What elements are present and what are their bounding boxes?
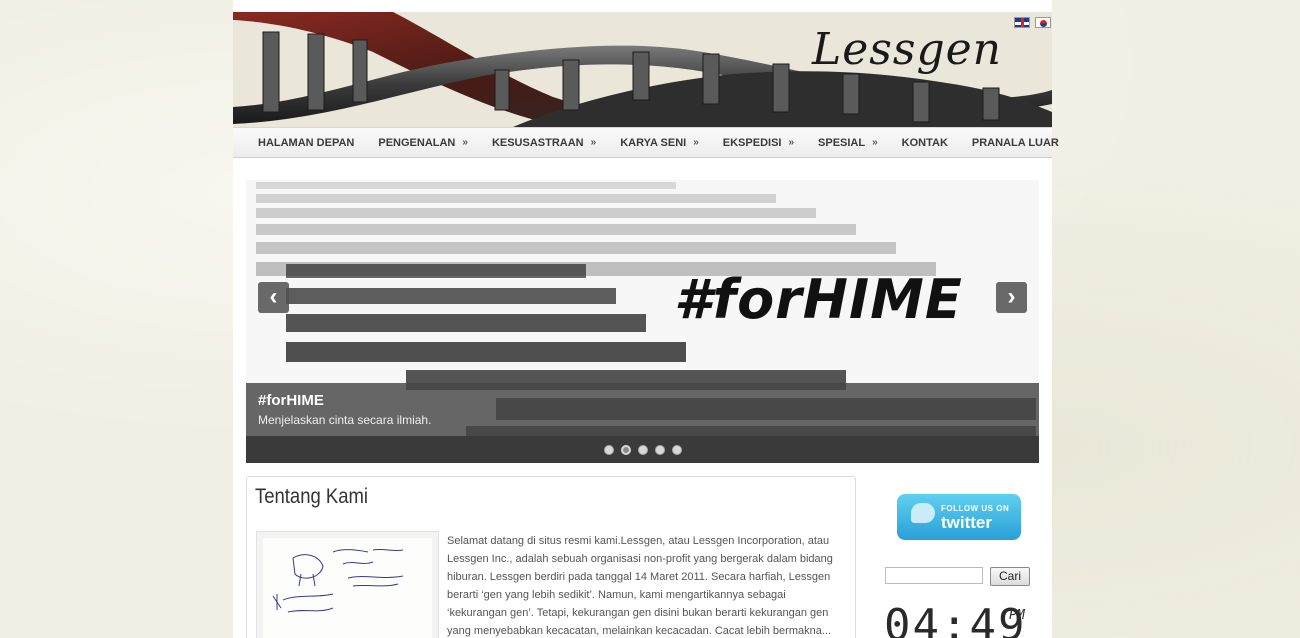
nav-item-label: SPESIAL [818, 136, 866, 149]
handwriting-sketch [272, 548, 404, 613]
slide-hashtag-text: #forHIME [674, 268, 963, 331]
submenu-arrow-icon: » [872, 137, 878, 148]
clock-time: 04:49 [884, 600, 1027, 638]
nav-item-pranala-luar[interactable]: PRANALA LUAR [960, 137, 1071, 149]
nav-item-label: PENGENALAN [378, 136, 456, 149]
nav-item-kesusastraan[interactable]: KESUSASTRAAN » [480, 137, 608, 149]
twitter-follow-label: FOLLOW US ON [941, 504, 1010, 513]
nav-item-ekspedisi[interactable]: EKSPEDISI » [711, 137, 806, 149]
nav-item-label: KESUSASTRAAN [491, 136, 584, 149]
slider-prev-button[interactable]: ‹ [258, 282, 289, 313]
submenu-arrow-icon: » [590, 137, 597, 148]
slider-dot-5[interactable] [671, 444, 682, 455]
slide-caption-text: Menjelaskan cinta secara ilmiah. [258, 413, 432, 427]
site-logo[interactable]: Lessgen [812, 24, 1002, 75]
nav-item-label: KARYA SENI [620, 136, 687, 149]
nav-item-label: PRANALA LUAR [971, 136, 1059, 149]
featured-slider[interactable]: #forHIME ‹ › #forHIME Menjelaskan cinta … [246, 180, 1039, 463]
site-header: Lessgen [233, 12, 1052, 127]
english-flag-icon[interactable] [1014, 17, 1030, 28]
clock-ampm: PM [1009, 608, 1025, 623]
about-image[interactable] [256, 531, 439, 638]
slider-next-button[interactable]: › [996, 282, 1027, 313]
twitter-follow-button[interactable]: FOLLOW US ON twitter [897, 494, 1021, 540]
nav-item-halaman-depan[interactable]: HALAMAN DEPAN [246, 137, 366, 149]
slider-dot-3[interactable] [637, 444, 648, 455]
nav-item-label: EKSPEDISI [722, 136, 782, 149]
twitter-brand-label: twitter [941, 513, 992, 532]
language-switcher [1014, 17, 1051, 28]
slider-pager [246, 436, 1039, 463]
slider-dot-1[interactable] [603, 444, 614, 455]
main-navigation: HALAMAN DEPAN PENGENALAN » KESUSASTRAAN … [233, 127, 1059, 158]
nav-item-spesial[interactable]: SPESIAL » [806, 137, 890, 149]
slider-dot-2[interactable] [620, 444, 631, 455]
nav-item-label: HALAMAN DEPAN [258, 136, 355, 149]
submenu-arrow-icon: » [693, 137, 699, 148]
twitter-bird-icon [911, 503, 935, 523]
nav-item-label: KONTAK [901, 136, 948, 149]
about-section: Tentang Kami Selamat datang di situs res… [246, 476, 856, 638]
submenu-arrow-icon: » [788, 137, 795, 148]
nav-item-pengenalan[interactable]: PENGENALAN » [366, 137, 480, 149]
nav-item-kontak[interactable]: KONTAK [890, 137, 960, 149]
korean-flag-icon[interactable] [1035, 17, 1051, 28]
handwritten-card-image [263, 538, 432, 638]
slide-caption-title[interactable]: #forHIME [258, 392, 1027, 409]
submenu-arrow-icon: » [462, 137, 468, 148]
slider-dot-4[interactable] [654, 444, 665, 455]
nav-item-karya-seni[interactable]: KARYA SENI » [608, 137, 711, 149]
slide-caption: #forHIME Menjelaskan cinta secara ilmiah… [246, 383, 1039, 436]
search-button[interactable]: Cari [990, 567, 1030, 586]
section-title[interactable]: Tentang Kami [255, 485, 368, 509]
search-input[interactable] [885, 567, 983, 584]
about-text: Selamat datang di situs resmi kami.Lessg… [447, 535, 833, 637]
